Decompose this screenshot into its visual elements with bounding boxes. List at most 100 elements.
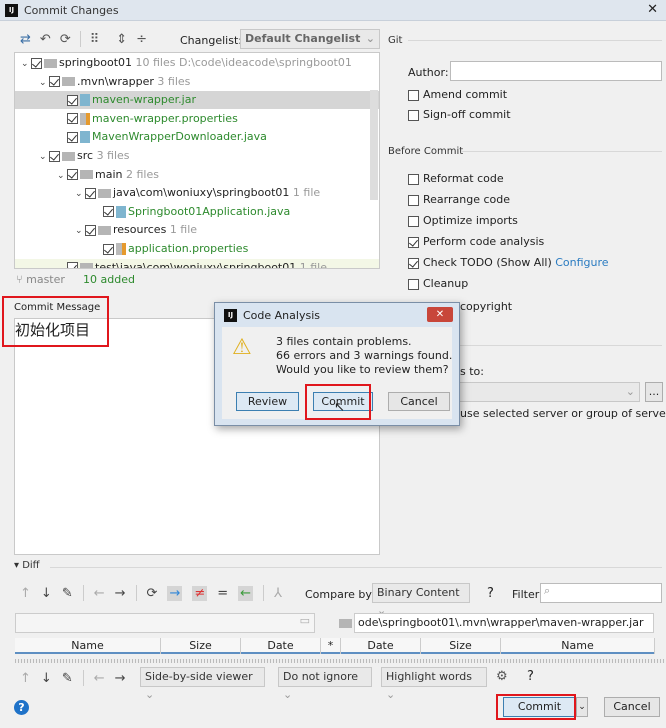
column-header[interactable]: * <box>321 638 341 654</box>
dialog-close-icon[interactable]: ✕ <box>427 307 453 322</box>
column-header[interactable]: Size <box>421 638 501 654</box>
tree-row[interactable]: ⌄ test\java\com\woniuxy\springboot01 1 fi… <box>15 258 379 268</box>
splitter[interactable] <box>15 659 665 663</box>
server-select[interactable]: ⌄ <box>455 382 640 402</box>
chevron-down-icon[interactable]: ⌄ <box>21 55 31 73</box>
row-checkbox[interactable] <box>103 206 114 218</box>
refresh-icon[interactable]: ⟳ <box>60 32 71 47</box>
help-icon[interactable]: ? <box>487 586 494 601</box>
row-checkbox[interactable] <box>67 131 78 143</box>
row-checkbox[interactable] <box>49 76 60 88</box>
row-checkbox[interactable] <box>85 224 96 236</box>
browse-button[interactable]: ... <box>645 382 663 402</box>
group-by-icon[interactable]: ⠿ <box>90 32 100 47</box>
tree-row[interactable]: ⌄ .mvn\wrapper 3 files <box>15 73 379 91</box>
next-diff-icon[interactable]: ↓ <box>41 671 52 686</box>
commit-options-dropdown[interactable]: ⌄ <box>576 697 588 717</box>
before-commit-option[interactable]: Rearrange code <box>408 193 510 207</box>
chevron-down-icon[interactable]: ⌄ <box>39 74 49 92</box>
next-diff-icon[interactable]: ↓ <box>41 586 52 601</box>
forward-icon[interactable]: → <box>115 586 126 601</box>
show-different-icon[interactable]: ≠ <box>192 585 208 601</box>
compare-by-select[interactable]: Binary Content ⌄ <box>372 583 470 617</box>
tree-row[interactable]: application.properties <box>15 240 379 258</box>
sync-icon[interactable]: ⅄ <box>274 586 282 601</box>
filter-input[interactable]: ⌕ <box>540 583 662 603</box>
tree-row[interactable]: Springboot01Application.java <box>15 203 379 221</box>
collapse-all-icon[interactable]: ÷ <box>136 32 147 47</box>
configure-link[interactable]: Configure <box>555 256 608 269</box>
ignore-select[interactable]: Do not ignore ⌄ <box>278 667 372 701</box>
copyright-option[interactable]: copyright <box>460 300 512 314</box>
review-button[interactable]: Review <box>236 392 299 411</box>
right-path-input[interactable]: ode\springboot01\.mvn\wrapper\maven-wrap… <box>354 613 654 633</box>
chevron-down-icon[interactable]: ⌄ <box>39 148 49 166</box>
column-header[interactable]: Size <box>161 638 241 654</box>
tree-row[interactable]: ⌄ springboot01 10 files D:\code\ideacode\… <box>15 54 379 72</box>
row-checkbox[interactable] <box>85 187 96 199</box>
dialog-cancel-button[interactable]: Cancel <box>388 392 450 411</box>
tree-row[interactable]: ⌄ src 3 files <box>15 147 379 165</box>
column-header[interactable]: Date <box>341 638 421 654</box>
changes-tree[interactable]: ⌄ springboot01 10 files D:\code\ideacode\… <box>14 52 380 269</box>
row-checkbox[interactable] <box>103 243 114 255</box>
row-checkbox[interactable] <box>67 113 78 125</box>
row-checkbox[interactable] <box>67 94 78 106</box>
show-right-icon[interactable]: ← <box>238 585 254 601</box>
prev-diff-icon[interactable]: ↑ <box>20 671 31 686</box>
before-commit-option[interactable]: Cleanup <box>408 277 468 291</box>
chevron-down-icon[interactable]: ⌄ <box>57 260 67 268</box>
rollback-icon[interactable]: ↶ <box>40 32 51 47</box>
amend-commit-checkbox[interactable]: Amend commit <box>408 88 507 102</box>
tree-row[interactable]: maven-wrapper.properties <box>15 110 379 128</box>
chevron-down-icon[interactable]: ⌄ <box>75 185 85 203</box>
tree-scrollbar[interactable] <box>370 90 378 200</box>
before-commit-option[interactable]: Reformat code <box>408 172 504 186</box>
row-meta: 3 files <box>157 74 191 88</box>
row-checkbox[interactable] <box>67 169 78 181</box>
expand-all-icon[interactable]: ⇕ <box>116 32 127 47</box>
help-button[interactable]: ? <box>14 700 29 715</box>
author-input[interactable] <box>450 61 662 81</box>
prev-diff-icon[interactable]: ↑ <box>20 586 31 601</box>
chevron-down-icon[interactable]: ⌄ <box>75 222 85 240</box>
forward-icon[interactable]: → <box>115 671 126 686</box>
compare-icon[interactable]: ⇄ <box>20 32 31 47</box>
diff-section-toggle[interactable]: ▾ Diff <box>14 560 40 571</box>
tree-row[interactable]: ⌄ main 2 files <box>15 166 379 184</box>
row-checkbox[interactable] <box>49 150 60 162</box>
help-icon[interactable]: ? <box>527 669 534 684</box>
chevron-down-icon[interactable]: ⌄ <box>57 167 67 185</box>
tree-row[interactable]: ⌄ java\com\woniuxy\springboot01 1 file <box>15 184 379 202</box>
before-commit-option[interactable]: Optimize imports <box>408 214 518 228</box>
signoff-commit-checkbox[interactable]: Sign-off commit <box>408 108 511 122</box>
viewer-toolbar: ↑ ↓ ✎ ← → <box>20 670 126 686</box>
column-header[interactable]: Date <box>241 638 321 654</box>
tree-row[interactable]: MavenWrapperDownloader.java <box>15 128 379 146</box>
highlight-select[interactable]: Highlight words ⌄ <box>381 667 487 701</box>
column-header[interactable]: Name <box>501 638 655 654</box>
edit-icon[interactable]: ✎ <box>62 586 73 601</box>
row-checkbox[interactable] <box>67 262 78 268</box>
column-header[interactable]: Name <box>15 638 161 654</box>
settings-gear-icon[interactable]: ⚙ <box>496 669 508 684</box>
changelist-select[interactable]: Default Changelist ⌄ <box>240 29 380 49</box>
show-equal-icon[interactable]: = <box>217 586 228 601</box>
diff-toolbar: ↑ ↓ ✎ ← → ⟳ → ≠ = ← ⅄ <box>20 585 282 601</box>
back-icon[interactable]: ← <box>94 671 105 686</box>
show-left-icon[interactable]: → <box>167 585 183 601</box>
row-checkbox[interactable] <box>31 57 42 69</box>
file-icon <box>80 112 90 125</box>
file-icon <box>116 243 126 255</box>
cancel-button[interactable]: Cancel <box>604 697 660 717</box>
back-icon[interactable]: ← <box>94 586 105 601</box>
refresh-icon[interactable]: ⟳ <box>147 586 158 601</box>
tree-row[interactable]: ⌄ resources 1 file <box>15 221 379 239</box>
edit-icon[interactable]: ✎ <box>62 671 73 686</box>
tree-row[interactable]: maven-wrapper.jar <box>15 91 379 110</box>
left-path-input[interactable]: ▭ <box>15 613 315 633</box>
close-icon[interactable]: ✕ <box>647 2 658 17</box>
viewer-select[interactable]: Side-by-side viewer ⌄ <box>140 667 265 701</box>
before-commit-option[interactable]: Check TODO (Show All) Configure <box>408 256 609 270</box>
before-commit-option[interactable]: Perform code analysis <box>408 235 544 249</box>
